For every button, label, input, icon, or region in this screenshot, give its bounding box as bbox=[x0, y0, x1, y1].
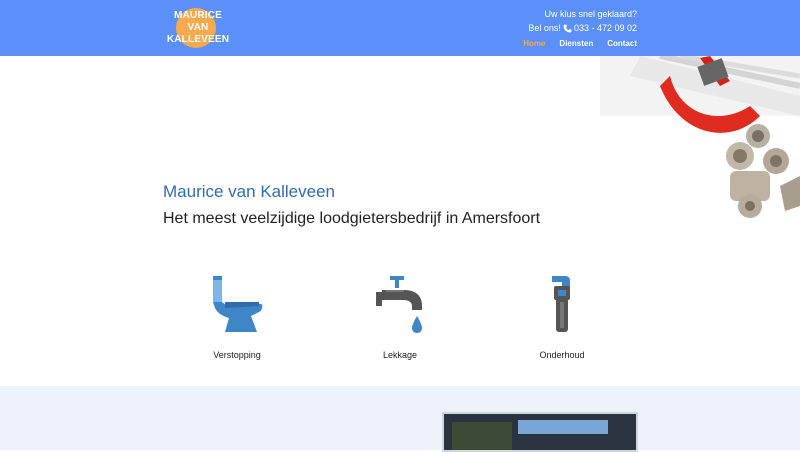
logo[interactable]: MAURICE VAN KALLEVEEN bbox=[162, 6, 234, 50]
photo-sky bbox=[518, 420, 608, 434]
hero-subtitle: Het meest veelzijdige loodgietersbedrijf… bbox=[163, 210, 541, 227]
phone-line[interactable]: Bel ons! 033 - 472 09 02 bbox=[528, 21, 637, 35]
van-photo bbox=[442, 412, 638, 452]
photo-trees bbox=[452, 422, 512, 450]
faucet-icon bbox=[376, 276, 422, 333]
phone-prefix: Bel ons! bbox=[528, 23, 561, 33]
toilet-icon bbox=[213, 276, 263, 332]
hero-title: Maurice van Kalleveen bbox=[163, 182, 335, 201]
header-contact: Uw klus snel geklaard? Bel ons! 033 - 47… bbox=[528, 7, 637, 35]
wrench-icon bbox=[552, 276, 570, 332]
logo-text: MAURICE VAN KALLEVEEN bbox=[166, 10, 230, 45]
service-onderhoud[interactable]: Onderhoud bbox=[502, 274, 622, 360]
nav-diensten[interactable]: Diensten bbox=[559, 39, 593, 48]
lower-section bbox=[0, 386, 800, 452]
nav-home[interactable]: Home bbox=[523, 39, 545, 48]
service-lekkage[interactable]: Lekkage bbox=[340, 274, 460, 360]
hero-section: Maurice van Kalleveen Het meest veelzijd… bbox=[0, 56, 800, 386]
service-label: Onderhoud bbox=[539, 350, 585, 360]
site-header: MAURICE VAN KALLEVEEN Uw klus snel gekla… bbox=[0, 0, 800, 56]
main-nav: Home Diensten Contact bbox=[523, 39, 637, 48]
nav-contact[interactable]: Contact bbox=[607, 39, 637, 48]
service-label: Verstopping bbox=[213, 350, 261, 360]
phone-icon bbox=[563, 24, 572, 32]
service-verstopping[interactable]: Verstopping bbox=[177, 274, 297, 360]
phone-number: 033 - 472 09 02 bbox=[573, 23, 637, 33]
pipes-image bbox=[600, 56, 800, 218]
tagline: Uw klus snel geklaard? bbox=[544, 9, 637, 19]
service-label: Lekkage bbox=[382, 350, 418, 360]
